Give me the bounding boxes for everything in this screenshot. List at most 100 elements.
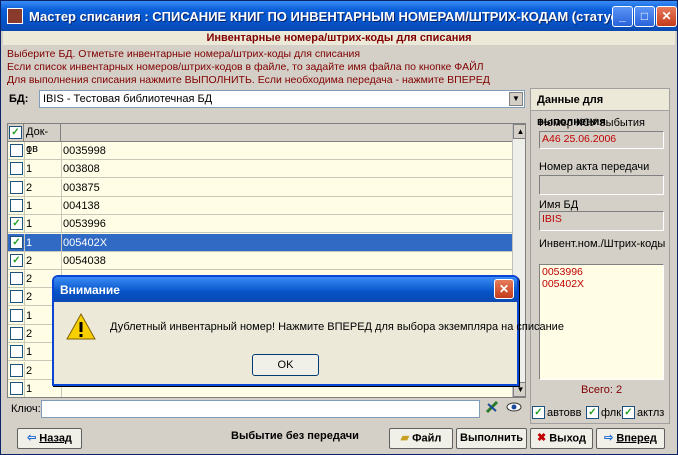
cell-divider (24, 361, 25, 380)
ksu-label: Номер КСУ выбытия (539, 117, 645, 129)
close-x-icon: ✖ (537, 432, 547, 444)
window-title: Мастер списания : СПИСАНИЕ КНИГ ПО ИНВЕН… (29, 9, 633, 24)
warning-dialog: Внимание ✕ Дублетный инвентарный номер! … (52, 275, 564, 386)
cell-divider (61, 178, 62, 197)
inventory-number: 004138 (63, 199, 100, 212)
title-bar[interactable]: Мастер списания : СПИСАНИЕ КНИГ ПО ИНВЕН… (1, 1, 677, 31)
key-label: Ключ: (11, 403, 41, 415)
scroll-up-arrow-icon[interactable]: ▲ (513, 124, 525, 139)
ksu-field[interactable]: А46 25.06.2006 (539, 131, 664, 149)
act-field[interactable] (539, 175, 664, 195)
inventory-number: 0053996 (63, 218, 106, 231)
table-row[interactable]: ✓ 1 005402X (8, 233, 512, 252)
cell-divider (61, 215, 62, 234)
file-button[interactable]: ▰ Файл (389, 428, 453, 449)
ok-button[interactable]: OK (252, 354, 319, 376)
docs-count: 2 (26, 181, 33, 194)
inventory-number: 0035998 (63, 145, 106, 157)
row-checkbox[interactable] (10, 381, 23, 395)
aktlz-checkbox[interactable]: ✓ (622, 406, 635, 419)
row-checkbox[interactable] (10, 363, 23, 377)
cell-divider (61, 196, 62, 215)
docs-count: 1 (26, 199, 33, 212)
execute-button[interactable]: Выполнить (456, 428, 527, 449)
row-checkbox[interactable] (10, 290, 23, 304)
cell-divider (24, 142, 25, 160)
row-checkbox[interactable] (10, 180, 23, 194)
row-checkbox[interactable] (10, 308, 23, 322)
docs-count: 2 (26, 328, 33, 340)
app-icon (7, 8, 23, 24)
docs-count: 1 (26, 382, 33, 395)
row-checkbox[interactable] (10, 345, 23, 359)
db-select[interactable]: IBIS - Тестовая библиотечная БД ▼ (39, 90, 525, 108)
docs-count: 2 (26, 364, 33, 377)
inv-list-item: 0053996 (542, 266, 583, 278)
cell-divider (24, 325, 25, 343)
select-all-checkbox[interactable]: ✓ (9, 126, 22, 139)
autovv-checkbox[interactable]: ✓ (532, 406, 545, 419)
minimize-button[interactable]: _ (612, 6, 633, 27)
table-row[interactable]: 1 0035998 (8, 142, 512, 160)
close-button[interactable]: ✕ (656, 6, 677, 27)
row-checkbox[interactable] (10, 198, 23, 212)
row-checkbox[interactable]: ✓ (10, 253, 23, 267)
cell-divider (24, 270, 25, 289)
table-row[interactable]: 1 004138 (8, 196, 512, 215)
row-checkbox[interactable] (10, 272, 23, 286)
clear-key-icon[interactable] (484, 399, 500, 415)
row-checkbox[interactable] (10, 144, 23, 157)
table-row[interactable]: ✓ 2 0054038 (8, 251, 512, 270)
maximize-button[interactable]: □ (634, 6, 655, 27)
docs-count: 2 (26, 254, 33, 267)
act-label: Номер акта передачи (539, 161, 650, 173)
cell-divider (24, 233, 25, 252)
chevron-down-icon[interactable]: ▼ (509, 92, 523, 106)
docs-count: 2 (26, 273, 33, 286)
aktlz-label: актлз (637, 407, 665, 419)
dbname-field[interactable]: IBIS (539, 211, 664, 231)
header-docs-column[interactable]: Док-ов (24, 124, 61, 155)
flk-label: флк (601, 407, 622, 419)
table-row[interactable]: ✓ 1 0053996 (8, 215, 512, 234)
flk-checkbox[interactable]: ✓ (586, 406, 599, 419)
inv-list-label: Инвент.ном./Штрих-коды (539, 238, 666, 250)
key-input[interactable] (41, 400, 480, 418)
cell-divider (61, 251, 62, 270)
back-button[interactable]: ⇦ Назад (17, 428, 82, 449)
instruction-line: Выберите БД. Отметьте инвентарные номера… (7, 48, 361, 60)
row-checkbox[interactable] (10, 327, 23, 340)
autovv-label: автовв (547, 407, 582, 419)
row-checkbox[interactable]: ✓ (10, 235, 23, 249)
inventory-number: 003875 (63, 181, 100, 194)
section-header: Инвентарные номера/штрих-коды для списан… (3, 31, 675, 45)
row-checkbox[interactable] (10, 162, 23, 176)
forward-button[interactable]: ⇨ Вперед (596, 428, 665, 449)
dialog-close-button[interactable]: ✕ (494, 279, 514, 299)
dialog-title-bar[interactable]: Внимание ✕ (54, 277, 517, 302)
status-text: Выбытие без передачи (231, 430, 359, 442)
search-icon[interactable] (505, 399, 523, 415)
cell-divider (24, 160, 25, 179)
db-select-value: IBIS - Тестовая библиотечная БД (43, 93, 213, 105)
warning-icon (66, 312, 96, 340)
header-check-column[interactable]: ✓ (8, 124, 24, 142)
cell-divider (24, 251, 25, 270)
inventory-number: 003808 (63, 163, 100, 176)
exit-button[interactable]: ✖ Выход (530, 428, 593, 449)
row-checkbox[interactable]: ✓ (10, 217, 23, 231)
cell-divider (24, 196, 25, 215)
cell-divider (61, 142, 62, 160)
cell-divider (24, 178, 25, 197)
table-row[interactable]: 1 003808 (8, 160, 512, 179)
docs-count: 1 (26, 309, 33, 322)
folder-open-icon: ▰ (400, 432, 410, 444)
dialog-message: Дублетный инвентарный номер! Нажмите ВПЕ… (110, 321, 564, 333)
table-row[interactable]: 2 003875 (8, 178, 512, 197)
cell-divider (24, 288, 25, 307)
panel-title: Данные для выполнения (531, 89, 669, 128)
arrow-left-icon: ⇦ (27, 432, 37, 444)
cell-divider (24, 306, 25, 325)
docs-count: 1 (26, 163, 33, 176)
execution-data-panel: Данные для выполнения Номер КСУ выбытия … (530, 88, 670, 424)
